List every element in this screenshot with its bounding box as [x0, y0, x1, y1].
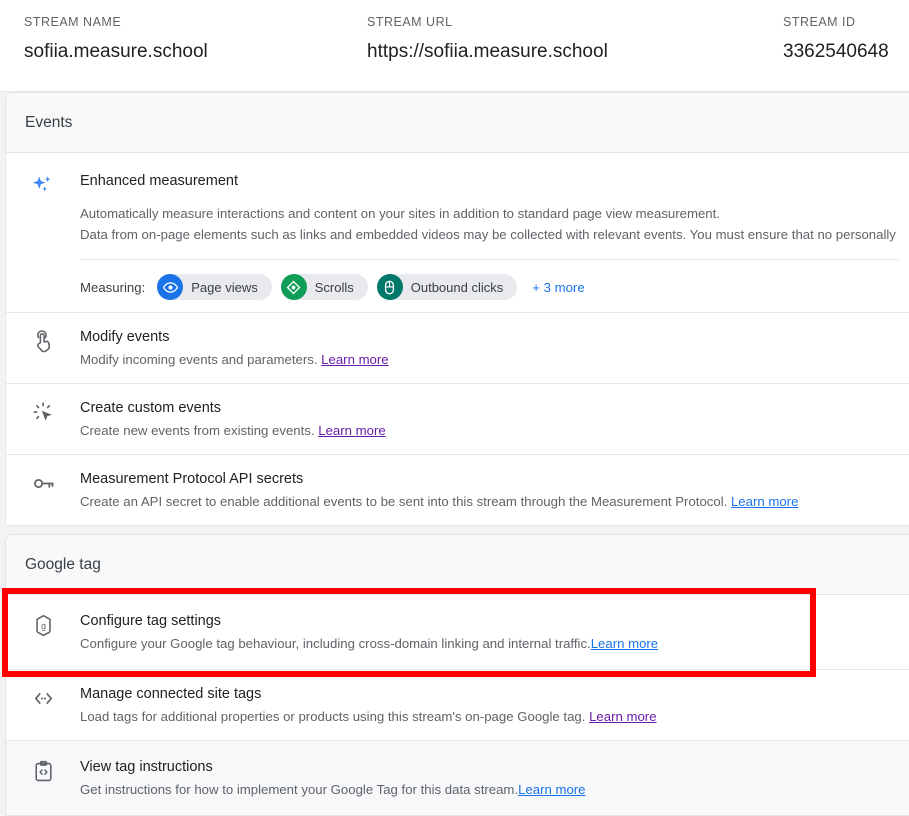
enhanced-measurement-row[interactable]: Enhanced measurement Automatically measu… — [6, 153, 909, 312]
row-modify-events-desc: Modify incoming events and parameters. L… — [80, 350, 899, 369]
more-chips-link[interactable]: + 3 more — [532, 280, 584, 295]
chip-page-views[interactable]: Page views — [157, 274, 271, 300]
row-manage-connected-site-tags-desc: Load tags for additional properties or p… — [80, 707, 899, 726]
row-view-tag-instructions-desc-text: Get instructions for how to implement yo… — [80, 782, 518, 797]
stream-name-value: sofiia.measure.school — [24, 40, 208, 64]
key-icon — [6, 469, 80, 496]
row-modify-events-desc-text: Modify incoming events and parameters. — [80, 352, 318, 367]
stream-url-column: STREAM URL https://sofiia.measure.school — [367, 14, 608, 64]
eye-icon — [157, 274, 183, 300]
row-create-custom-events-title: Create custom events — [80, 398, 899, 418]
stream-id-label: STREAM ID — [783, 14, 889, 30]
row-measurement-protocol-api-secrets-desc: Create an API secret to enable additiona… — [80, 492, 899, 511]
row-manage-connected-site-tags-title: Manage connected site tags — [80, 684, 899, 704]
events-card: Events Enhanced measurement Automaticall… — [5, 92, 909, 526]
row-modify-events-title: Modify events — [80, 327, 899, 347]
chip-scrolls-label: Scrolls — [315, 280, 354, 295]
enhanced-measurement-desc-1: Automatically measure interactions and c… — [80, 203, 899, 224]
measuring-label: Measuring: — [80, 280, 145, 295]
events-card-title: Events — [6, 93, 909, 153]
mouse-icon — [377, 274, 403, 300]
learn-more-link-measurement-protocol[interactable]: Learn more — [731, 494, 798, 509]
chip-scrolls[interactable]: Scrolls — [281, 274, 368, 300]
code-brackets-icon — [6, 684, 80, 711]
row-manage-connected-site-tags-desc-text: Load tags for additional properties or p… — [80, 709, 585, 724]
row-view-tag-instructions-body: View tag instructions Get instructions f… — [80, 757, 909, 799]
row-measurement-protocol-api-secrets-body: Measurement Protocol API secrets Create … — [80, 469, 909, 511]
row-view-tag-instructions-desc: Get instructions for how to implement yo… — [80, 780, 899, 799]
stream-url-value: https://sofiia.measure.school — [367, 40, 608, 64]
google-tag-icon: g — [6, 611, 80, 638]
stream-name-label: STREAM NAME — [24, 14, 208, 30]
sparkle-icon — [6, 171, 80, 199]
chip-outbound-clicks[interactable]: Outbound clicks — [377, 274, 518, 300]
learn-more-link-modify-events[interactable]: Learn more — [321, 352, 388, 367]
stream-url-label: STREAM URL — [367, 14, 608, 30]
row-create-custom-events-desc: Create new events from existing events. … — [80, 421, 899, 440]
row-modify-events-body: Modify events Modify incoming events and… — [80, 327, 909, 369]
stream-id-column: STREAM ID 3362540648 — [783, 14, 889, 64]
ad-click-icon — [6, 398, 80, 425]
learn-more-link-configure-tag-settings[interactable]: Learn more — [591, 636, 658, 651]
google-tag-card: Google tag g Configure tag settings Conf… — [5, 534, 909, 816]
stream-header: STREAM NAME sofiia.measure.school STREAM… — [0, 0, 909, 92]
row-configure-tag-settings-title: Configure tag settings — [80, 611, 899, 631]
learn-more-link-create-custom-events[interactable]: Learn more — [318, 423, 385, 438]
row-manage-connected-site-tags-body: Manage connected site tags Load tags for… — [80, 684, 909, 726]
row-configure-tag-settings-body: Configure tag settings Configure your Go… — [80, 611, 909, 653]
clipboard-code-icon — [6, 757, 80, 784]
stream-id-value: 3362540648 — [783, 40, 889, 64]
row-create-custom-events[interactable]: Create custom events Create new events f… — [6, 384, 909, 455]
learn-more-link-manage-connected-site-tags[interactable]: Learn more — [589, 709, 656, 724]
row-measurement-protocol-api-secrets-desc-text: Create an API secret to enable additiona… — [80, 494, 727, 509]
scroll-icon — [281, 274, 307, 300]
google-tag-card-title: Google tag — [6, 535, 909, 595]
stream-name-column: STREAM NAME sofiia.measure.school — [24, 14, 208, 64]
row-manage-connected-site-tags[interactable]: Manage connected site tags Load tags for… — [6, 670, 909, 741]
row-view-tag-instructions-title: View tag instructions — [80, 757, 899, 777]
enhanced-measurement-desc-2: Data from on-page elements such as links… — [80, 224, 899, 245]
row-configure-tag-settings-desc: Configure your Google tag behaviour, inc… — [80, 634, 899, 653]
learn-more-link-view-tag-instructions[interactable]: Learn more — [518, 782, 585, 797]
enhanced-measurement-title: Enhanced measurement — [80, 171, 899, 191]
row-measurement-protocol-api-secrets-title: Measurement Protocol API secrets — [80, 469, 899, 489]
row-modify-events[interactable]: Modify events Modify incoming events and… — [6, 312, 909, 384]
row-create-custom-events-desc-text: Create new events from existing events. — [80, 423, 315, 438]
svg-text:g: g — [41, 621, 46, 631]
touch-app-icon — [6, 327, 80, 354]
settings-page: Events Enhanced measurement Automaticall… — [0, 92, 909, 816]
row-configure-tag-settings-desc-text: Configure your Google tag behaviour, inc… — [80, 636, 591, 651]
chip-page-views-label: Page views — [191, 280, 257, 295]
measuring-row: Measuring: Page views — [80, 260, 899, 304]
row-view-tag-instructions[interactable]: View tag instructions Get instructions f… — [6, 741, 909, 815]
row-configure-tag-settings[interactable]: g Configure tag settings Configure your … — [6, 595, 909, 670]
enhanced-measurement-body: Enhanced measurement Automatically measu… — [80, 171, 909, 304]
chip-outbound-clicks-label: Outbound clicks — [411, 280, 504, 295]
row-create-custom-events-body: Create custom events Create new events f… — [80, 398, 909, 440]
row-measurement-protocol-api-secrets[interactable]: Measurement Protocol API secrets Create … — [6, 455, 909, 525]
